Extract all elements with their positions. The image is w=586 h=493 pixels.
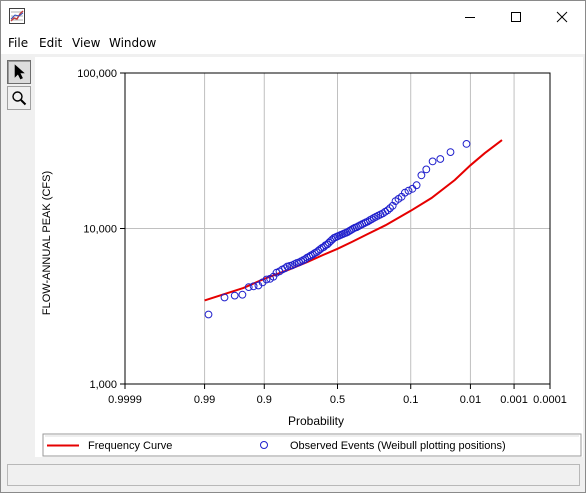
- close-button[interactable]: [539, 1, 585, 32]
- status-bar: [7, 464, 580, 486]
- observed-event-point[interactable]: [412, 181, 421, 190]
- menu-view[interactable]: View: [72, 36, 100, 50]
- x-tick-label: 0.0001: [533, 394, 567, 406]
- tool-palette: [5, 57, 35, 457]
- arrow-pointer-icon: [14, 64, 25, 80]
- minimize-icon: [465, 16, 475, 18]
- observed-event-point[interactable]: [417, 171, 426, 180]
- x-axis-label: Probability: [288, 414, 344, 428]
- observed-event-point[interactable]: [446, 148, 455, 156]
- legend: Frequency Curve Observed Events (Weibull…: [42, 433, 582, 457]
- menu-window[interactable]: Window: [109, 36, 156, 50]
- observed-event-point[interactable]: [230, 291, 239, 300]
- y-tick-label: 10,000: [83, 224, 117, 236]
- observed-event-point[interactable]: [220, 293, 229, 302]
- frequency-curve-line[interactable]: [204, 139, 503, 302]
- menu-edit[interactable]: Edit: [39, 36, 62, 50]
- x-tick-label: 0.9: [257, 394, 272, 406]
- x-tick-label: 0.001: [500, 394, 528, 406]
- plot-panel: 0.9999 0.99 0.9 0.5 0.1 0.01 0.001 0.0001 1,000 1…: [35, 57, 583, 457]
- minimize-button[interactable]: [447, 1, 493, 32]
- maximize-button[interactable]: [493, 1, 539, 32]
- observed-event-point[interactable]: [422, 165, 431, 174]
- legend-curve-label: Frequency Curve: [88, 440, 172, 452]
- x-tick-label: 0.5: [330, 394, 345, 406]
- graph-icon: [9, 8, 25, 24]
- x-tick-label: 0.9999: [108, 394, 142, 406]
- close-icon: [556, 11, 568, 22]
- observed-event-point[interactable]: [428, 157, 437, 166]
- y-tick-label: 1,000: [89, 379, 117, 391]
- title-bar: [1, 1, 585, 32]
- menu-bar: File Edit View Window: [1, 32, 585, 54]
- observed-event-point[interactable]: [436, 155, 445, 163]
- observed-event-point[interactable]: [408, 184, 417, 193]
- zoom-tool-button[interactable]: [7, 86, 31, 110]
- x-tick-label: 0.01: [460, 394, 481, 406]
- observed-event-point[interactable]: [238, 290, 247, 299]
- maximize-icon: [511, 11, 521, 22]
- legend-points-label: Observed Events (Weibull plotting positi…: [290, 440, 506, 452]
- observed-event-point[interactable]: [204, 310, 213, 319]
- x-tick-label: 0.99: [194, 394, 215, 406]
- pointer-tool-button[interactable]: [7, 60, 31, 84]
- y-tick-label: 100,000: [77, 68, 117, 80]
- magnifier-icon: [12, 91, 27, 106]
- app-window: File Edit View Window 0.9999 0.99 0.9 0.5 0.…: [0, 0, 586, 493]
- frequency-chart[interactable]: 0.9999 0.99 0.9 0.5 0.1 0.01 0.001 0.0001 1,000 1…: [35, 57, 583, 457]
- observed-event-point[interactable]: [462, 140, 471, 148]
- menu-file[interactable]: File: [8, 36, 28, 50]
- x-tick-label: 0.1: [403, 394, 418, 406]
- y-axis-label: FLOW-ANNUAL PEAK (CFS): [41, 171, 53, 315]
